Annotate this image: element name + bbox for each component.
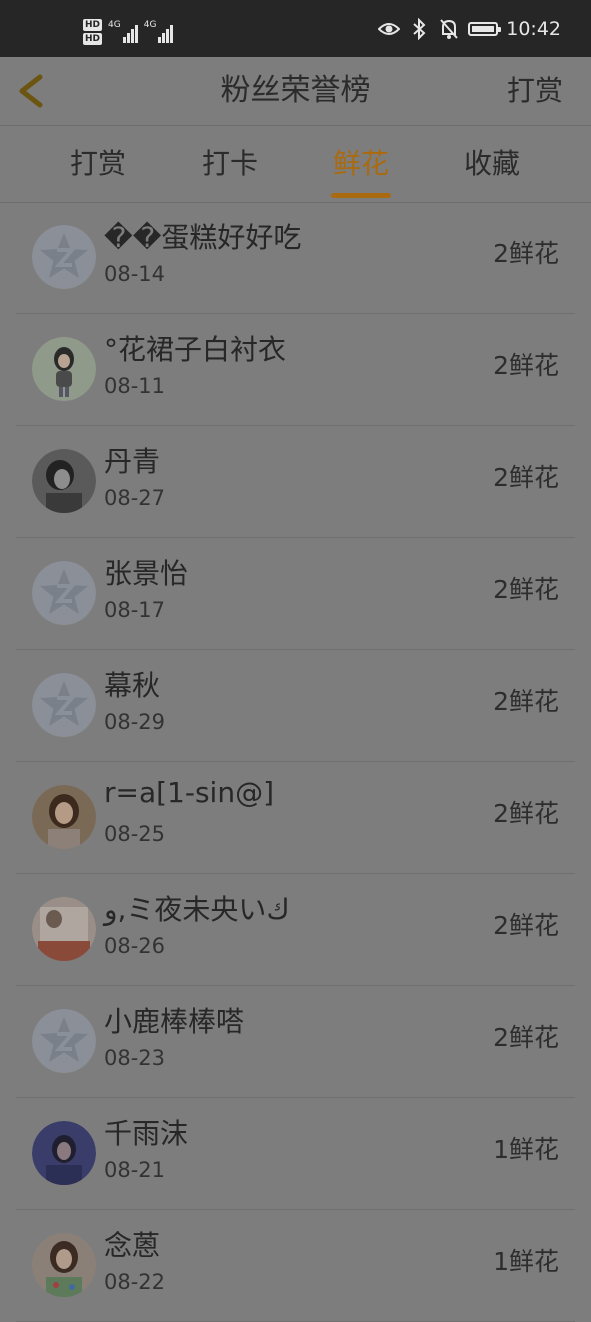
avatar[interactable] [32, 1121, 96, 1185]
flower-count: 2鲜花 [493, 463, 559, 492]
avatar[interactable] [32, 337, 96, 401]
avatar[interactable] [32, 449, 96, 513]
eye-icon [378, 18, 401, 40]
reward-button[interactable]: 打赏 [507, 57, 563, 125]
user-name: 幕秋 [104, 669, 161, 702]
flower-count: 2鲜花 [493, 351, 559, 380]
avatar[interactable] [32, 1233, 96, 1297]
avatar[interactable] [32, 785, 96, 849]
status-bar: HD HD 4G 4G 10:42 [0, 0, 591, 57]
list-item[interactable]: 念蒽 08-22 1鲜花 [16, 1210, 575, 1322]
tab-flowers[interactable]: 鲜花 [301, 126, 421, 202]
bell-off-icon [438, 18, 460, 40]
avatar[interactable] [32, 897, 96, 961]
flower-count: 2鲜花 [493, 687, 559, 716]
user-name: 千雨沫 [104, 1117, 189, 1150]
list-item[interactable]: 小鹿棒棒嗒 08-23 2鲜花 [16, 986, 575, 1098]
date-label: 08-21 [104, 1158, 166, 1182]
tab-reward[interactable]: 打赏 [38, 126, 158, 202]
flower-count: 2鲜花 [493, 1023, 559, 1052]
hd-badge: HD [83, 33, 103, 45]
avatar[interactable] [32, 1009, 96, 1073]
clock: 10:42 [506, 18, 561, 40]
signal-group: HD HD 4G 4G [83, 16, 174, 48]
date-label: 08-17 [104, 598, 166, 622]
user-name: 念蒽 [104, 1229, 161, 1262]
user-name: ��蛋糕好好吃 [104, 221, 302, 254]
user-name: 丹青 [104, 445, 161, 478]
list-item[interactable]: 丹青 08-27 2鲜花 [16, 426, 575, 538]
user-name: r=a[1-sin@] [104, 776, 275, 809]
date-label: 08-27 [104, 486, 166, 510]
avatar[interactable] [32, 673, 96, 737]
list-item[interactable]: 张景怡 08-17 2鲜花 [16, 538, 575, 650]
list-item[interactable]: °花裙子白衬衣 08-11 2鲜花 [16, 314, 575, 426]
flower-count: 2鲜花 [493, 911, 559, 940]
tab-checkin[interactable]: 打卡 [170, 126, 290, 202]
list-item[interactable]: r=a[1-sin@] 08-25 2鲜花 [16, 762, 575, 874]
date-label: 08-23 [104, 1046, 166, 1070]
user-name: 小鹿棒棒嗒 [104, 1005, 245, 1038]
bluetooth-icon [408, 18, 430, 40]
user-name: 张景怡 [104, 557, 189, 590]
list-item[interactable]: 千雨沫 08-21 1鲜花 [16, 1098, 575, 1210]
avatar[interactable] [32, 225, 96, 289]
date-label: 08-29 [104, 710, 166, 734]
signal-icon: 4G [144, 21, 174, 43]
date-label: 08-26 [104, 934, 166, 958]
tab-underline [331, 193, 391, 198]
nav-bar: 粉丝荣誉榜 打赏 [0, 57, 591, 126]
date-label: 08-11 [104, 374, 166, 398]
flower-count: 1鲜花 [493, 1247, 559, 1276]
avatar[interactable] [32, 561, 96, 625]
list-item[interactable]: 幕秋 08-29 2鲜花 [16, 650, 575, 762]
flower-count: 2鲜花 [493, 575, 559, 604]
user-name: و,ミ夜未央いك [104, 893, 290, 926]
tab-favorites[interactable]: 收藏 [432, 126, 552, 202]
signal-icon: 4G [108, 21, 138, 43]
battery-icon [468, 22, 502, 36]
flower-count: 2鲜花 [493, 799, 559, 828]
page-title: 粉丝荣誉榜 [220, 73, 371, 108]
flower-count: 2鲜花 [493, 239, 559, 268]
date-label: 08-22 [104, 1270, 166, 1294]
date-label: 08-14 [104, 262, 166, 286]
date-label: 08-25 [104, 822, 166, 846]
hd-badge: HD [83, 19, 103, 31]
fan-list: ��蛋糕好好吃 08-14 2鲜花 °花裙子白衬衣 08-11 2鲜花 丹青 08-27 2鲜花… [0, 202, 591, 1322]
user-name: °花裙子白衬衣 [104, 333, 287, 366]
flower-count: 1鲜花 [493, 1135, 559, 1164]
list-item[interactable]: ��蛋糕好好吃 08-14 2鲜花 [16, 202, 575, 314]
list-item[interactable]: و,ミ夜未央いك 08-26 2鲜花 [16, 874, 575, 986]
tab-bar: 打赏 打卡 鲜花 收藏 [0, 126, 591, 203]
